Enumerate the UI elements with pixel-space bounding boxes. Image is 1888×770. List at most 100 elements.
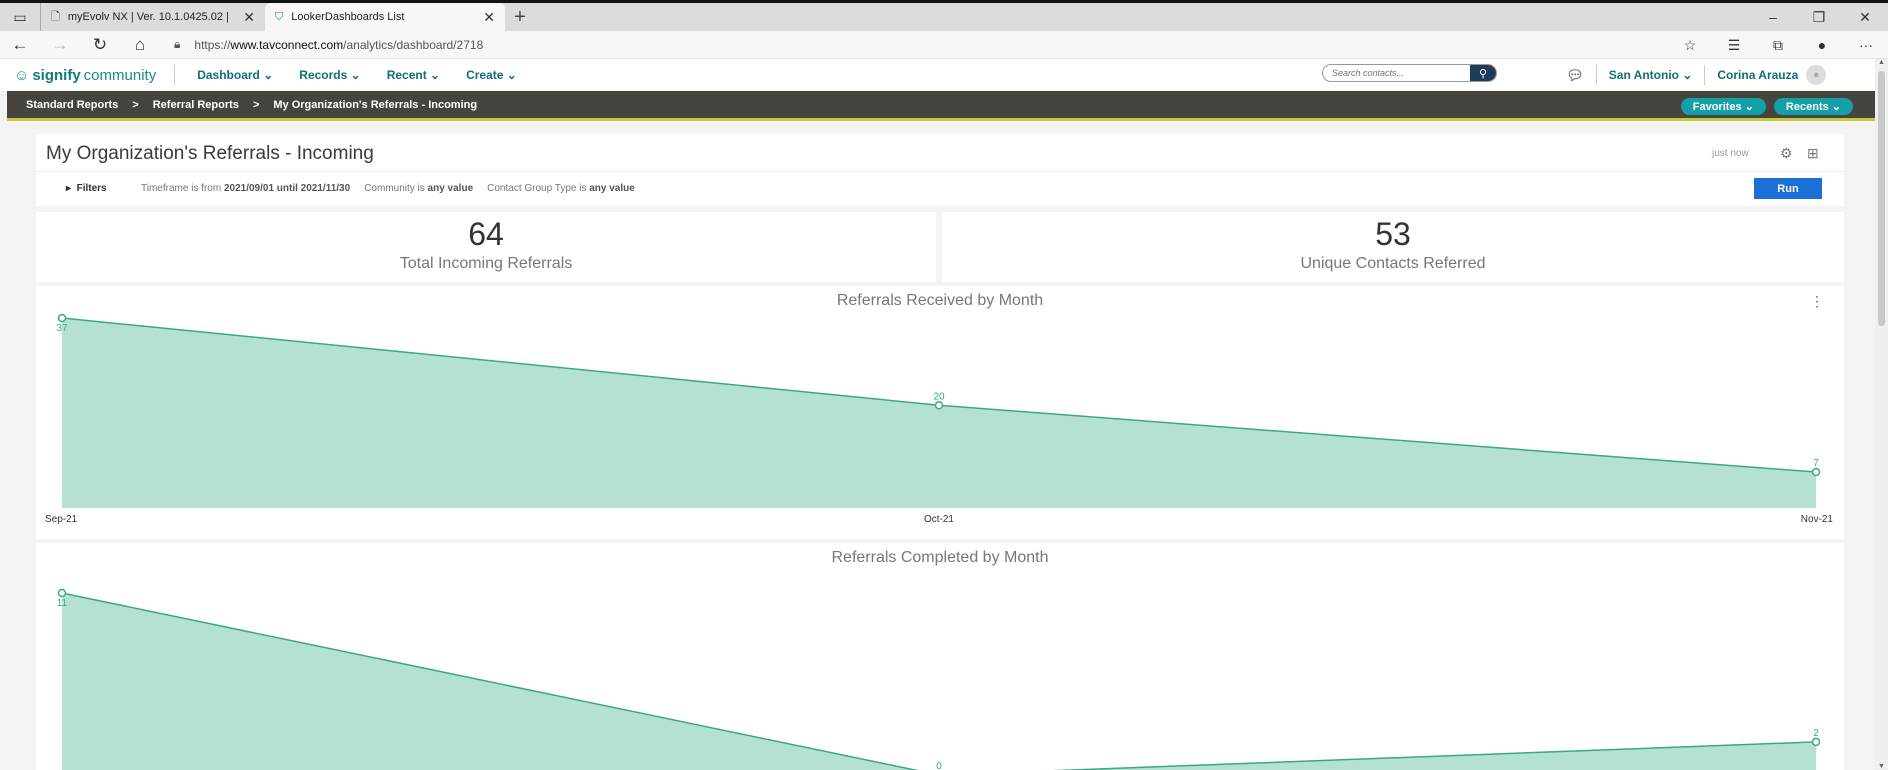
grid-icon[interactable]: ⊞ — [1807, 145, 1819, 162]
data-point — [1811, 737, 1821, 747]
divider — [174, 65, 176, 85]
url-prefix: https:// — [194, 37, 231, 52]
minimize-icon[interactable]: – — [1750, 3, 1796, 31]
breadcrumb-standard-reports[interactable]: Standard Reports — [26, 99, 118, 111]
scroll-down-icon[interactable]: ▼ — [1875, 763, 1888, 770]
browser-tab-looker[interactable]: ⛉ LookerDashboards List ✕ — [265, 3, 505, 31]
x-tick-label: Sep-21 — [45, 514, 78, 525]
tab-title: myEvolv NX | Ver. 10.1.0425.02 | — [67, 11, 229, 23]
search-input[interactable] — [1323, 68, 1470, 78]
area-chart-completed: 11 0 2 — [57, 588, 1821, 770]
kpi-value: 64 — [468, 216, 504, 252]
data-point — [934, 401, 944, 410]
logo-light: community — [83, 66, 157, 84]
area-chart-received: 37 Sep-21 20 Oct-21 7 Nov-21 — [45, 313, 1834, 525]
lock-icon: 🔒︎ — [174, 37, 181, 51]
scroll-thumb[interactable] — [1878, 71, 1885, 326]
chat-icon[interactable]: 💬︎ — [1566, 67, 1584, 84]
x-tick-label: Oct-21 — [924, 514, 954, 525]
new-tab-button[interactable]: + — [505, 3, 535, 31]
data-label: 7 — [1813, 458, 1819, 469]
chevron-right-icon: > — [132, 98, 139, 111]
filter-timeframe: Timeframe is from 2021/09/01 until 2021/… — [141, 183, 351, 194]
recents-button[interactable]: Recents ⌄ — [1773, 98, 1853, 115]
nav-dashboard[interactable]: Dashboard ⌄ — [197, 68, 273, 82]
close-window-icon[interactable]: ✕ — [1842, 3, 1888, 31]
favorites-icon[interactable]: ☰ — [1712, 31, 1756, 59]
url-path: /analytics/dashboard/2718 — [343, 37, 484, 52]
signify-tab-icon: ⛉ — [275, 10, 284, 23]
refresh-icon[interactable]: ↻ — [80, 35, 120, 55]
signify-logo[interactable]: ☺ signify community — [14, 67, 156, 84]
dashboard-header: My Organization's Referrals - Incoming j… — [36, 134, 1844, 172]
kpi-value: 53 — [1375, 216, 1411, 252]
url-host: www.tavconnect.com — [230, 37, 344, 52]
tab-title: LookerDashboards List — [291, 11, 405, 23]
app-header: ☺ signify community Dashboard ⌄ Records ⌄… — [0, 59, 1888, 91]
window-controls: – ❐ ✕ — [1750, 3, 1888, 31]
run-button[interactable]: Run — [1754, 178, 1822, 199]
filter-community: Community is any value — [364, 183, 474, 194]
close-tab-icon[interactable]: ✕ — [483, 9, 495, 26]
nav-create[interactable]: Create ⌄ — [466, 68, 517, 82]
address-bar: ← → ↻ ⌂ 🔒︎ https://www.tavconnect.com/an… — [0, 31, 1888, 59]
filters-label: Filters — [76, 183, 107, 194]
filters-toggle[interactable]: ▸ Filters — [66, 183, 107, 194]
nav-records[interactable]: Records ⌄ — [299, 68, 360, 82]
more-icon[interactable]: ··· — [1844, 31, 1888, 59]
kpi-label: Unique Contacts Referred — [1300, 255, 1486, 272]
chart-tile-completed: Referrals Completed by Month 11 0 2 — [36, 543, 1844, 770]
breadcrumb: Standard Reports > Referral Reports > My… — [26, 99, 477, 111]
scroll-up-icon[interactable]: ▲ — [1875, 59, 1888, 66]
location-dropdown[interactable]: San Antonio ⌄ — [1609, 68, 1693, 82]
gear-icon[interactable]: ⚙ — [1780, 145, 1793, 162]
home-icon[interactable]: ⌂ — [120, 35, 160, 55]
kpi-label: Total Incoming Referrals — [399, 255, 573, 272]
restore-icon[interactable]: ❐ — [1796, 3, 1842, 31]
tab-actions-icon[interactable]: ▭ — [0, 3, 40, 31]
data-point — [1811, 467, 1821, 477]
filter-summary[interactable]: Timeframe is from 2021/09/01 until 2021/… — [141, 183, 635, 194]
data-label: 37 — [56, 323, 68, 334]
last-updated: just now — [1712, 148, 1749, 159]
user-name[interactable]: Corina Arauza — [1717, 68, 1798, 82]
main-nav: Dashboard ⌄ Records ⌄ Recent ⌄ Create ⌄ — [197, 68, 517, 82]
divider — [1595, 65, 1597, 85]
breadcrumb-bar: Standard Reports > Referral Reports > My… — [7, 91, 1875, 121]
logo-bold: signify — [32, 66, 81, 84]
caret-right-icon: ▸ — [66, 183, 72, 194]
area-fill — [62, 593, 1816, 770]
kpi-tile-total: 64 Total Incoming Referrals — [36, 212, 936, 282]
nav-recent[interactable]: Recent ⌄ — [387, 68, 440, 82]
data-point — [57, 588, 67, 598]
collections-icon[interactable]: ⧉ — [1756, 31, 1800, 59]
page-title: My Organization's Referrals - Incoming — [46, 143, 374, 164]
chevron-right-icon: > — [252, 98, 260, 111]
data-label: 2 — [1813, 728, 1819, 739]
divider — [1704, 65, 1706, 85]
favorites-button[interactable]: Favorites ⌄ — [1680, 98, 1766, 115]
filter-bar: ▸ Filters Timeframe is from 2021/09/01 u… — [36, 172, 1844, 206]
avatar[interactable]: ● — [1806, 65, 1827, 85]
logo-icon: ☺ — [14, 66, 30, 84]
data-label: 20 — [933, 391, 945, 402]
data-label: 0 — [936, 761, 942, 770]
forward-icon[interactable]: → — [40, 35, 80, 55]
data-point — [57, 313, 67, 323]
add-favorite-icon[interactable]: ☆ — [1668, 31, 1712, 59]
breadcrumb-referral-reports[interactable]: Referral Reports — [153, 99, 239, 111]
breadcrumb-current: My Organization's Referrals - Incoming — [273, 98, 478, 111]
page-scrollbar[interactable]: ▲ ▼ — [1875, 59, 1888, 770]
area-fill — [62, 318, 1816, 508]
search-icon[interactable]: ⚲ — [1470, 65, 1496, 81]
back-icon[interactable]: ← — [0, 35, 40, 55]
data-label: 11 — [57, 598, 68, 609]
close-tab-icon[interactable]: ✕ — [243, 9, 255, 26]
dashboard: My Organization's Referrals - Incoming j… — [36, 134, 1844, 770]
browser-tab-myevolv[interactable]: 🗋 myEvolv NX | Ver. 10.1.0425.02 | ✕ — [40, 3, 265, 31]
filter-contact-group: Contact Group Type is any value — [487, 183, 635, 194]
profile-icon[interactable]: ● — [1800, 31, 1844, 59]
chart-tile-received: Referrals Received by Month ⋮ 37 Sep-21 20… — [36, 286, 1844, 539]
url-field[interactable]: 🔒︎ https://www.tavconnect.com/analytics/… — [174, 37, 483, 52]
x-tick-label: Nov-21 — [1801, 514, 1834, 525]
